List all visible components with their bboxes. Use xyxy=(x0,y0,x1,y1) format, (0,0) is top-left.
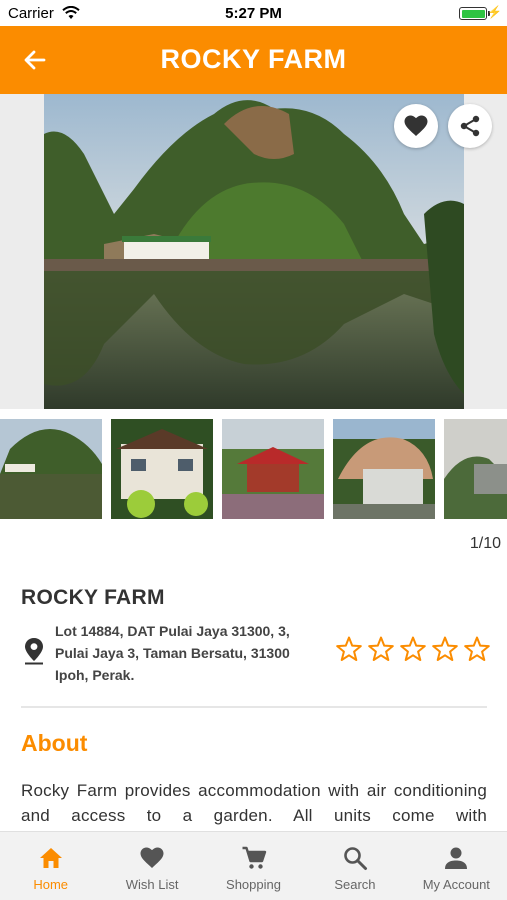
status-bar: Carrier 5:27 PM ⚡ xyxy=(0,0,507,26)
thumbnail[interactable] xyxy=(0,419,102,519)
nav-shopping[interactable]: Shopping xyxy=(203,832,304,900)
place-name: ROCKY FARM xyxy=(21,586,165,609)
nav-label: Search xyxy=(334,877,376,892)
nav-wish-list[interactable]: Wish List xyxy=(101,832,202,900)
gallery-counter: 1/10 xyxy=(469,535,501,552)
star-icon[interactable] xyxy=(432,636,458,662)
nav-label: My Account xyxy=(422,877,490,892)
star-icon[interactable] xyxy=(336,636,362,662)
divider xyxy=(21,706,487,708)
like-button[interactable] xyxy=(394,104,438,148)
star-icon[interactable] xyxy=(464,636,490,662)
thumbnail[interactable] xyxy=(444,419,507,519)
heart-icon xyxy=(404,115,428,136)
share-button[interactable] xyxy=(448,104,492,148)
place-address: Lot 14884, DAT Pulai Jaya 31300, 3, Pula… xyxy=(55,623,290,683)
thumbnail[interactable] xyxy=(222,419,324,519)
thumbnail[interactable] xyxy=(111,419,213,519)
about-heading: About xyxy=(21,730,88,756)
cart-icon xyxy=(242,846,266,869)
share-icon xyxy=(460,115,480,137)
star-icon[interactable] xyxy=(400,636,426,662)
thumbnail[interactable] xyxy=(333,419,435,519)
charging-icon: ⚡ xyxy=(487,5,502,19)
battery-icon xyxy=(459,7,487,20)
nav-home[interactable]: Home xyxy=(0,832,101,900)
search-icon xyxy=(344,847,367,870)
page-title: ROCKY FARM xyxy=(160,44,347,74)
person-icon xyxy=(445,847,468,869)
app-header: ROCKY FARM xyxy=(0,26,507,94)
home-icon xyxy=(39,848,62,868)
status-time: 5:27 PM xyxy=(225,5,282,22)
nav-label: Shopping xyxy=(226,877,281,892)
heart-icon xyxy=(140,847,164,868)
bottom-navigation: Home Wish List Shopping Search My Accoun… xyxy=(0,831,507,900)
about-text: Rocky Farm provides accommodation with a… xyxy=(21,781,487,825)
nav-my-account[interactable]: My Account xyxy=(406,832,507,900)
nav-label: Wish List xyxy=(125,877,179,892)
nav-search[interactable]: Search xyxy=(304,832,405,900)
thumbnail-strip[interactable] xyxy=(0,419,507,519)
nav-label: Home xyxy=(33,877,69,892)
rating-stars[interactable] xyxy=(336,636,490,662)
hero-gallery[interactable] xyxy=(0,94,507,409)
location-pin-icon xyxy=(25,638,43,665)
star-icon[interactable] xyxy=(368,636,394,662)
